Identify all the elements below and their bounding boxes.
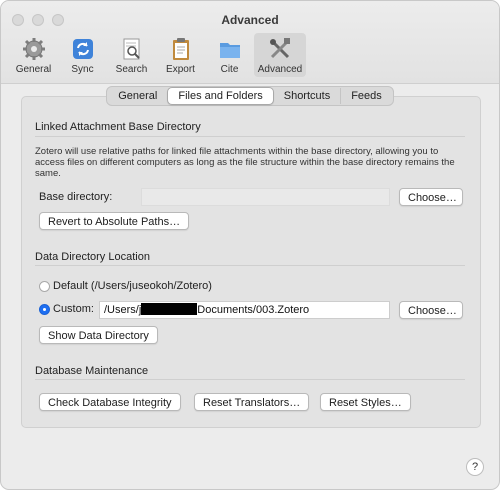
toolbar-sync[interactable]: Sync [58,33,107,77]
default-directory-label: Default (/Users/juseokoh/Zotero) [53,280,212,292]
tab-files-and-folders[interactable]: Files and Folders [167,87,274,105]
reset-translators-button[interactable]: Reset Translators… [194,393,310,411]
toolbar-label: Advanced [257,64,303,75]
segmented-tabs: General Files and Folders Shortcuts Feed… [106,86,394,106]
show-data-directory-button[interactable]: Show Data Directory [39,326,158,344]
help-button[interactable]: ? [466,458,484,476]
toolbar-label: Cite [220,64,239,75]
toolbar-label: Sync [71,64,94,75]
base-directory-field [141,188,390,206]
toolbar-label: General [15,64,52,75]
revert-absolute-paths-button[interactable]: Revert to Absolute Paths… [39,212,190,230]
tab-strip: General Files and Folders Shortcuts Feed… [1,86,499,106]
custom-path-suffix: Documents/003.Zotero [197,304,310,316]
search-icon [118,35,146,63]
check-database-integrity-button[interactable]: Check Database Integrity [39,393,181,411]
choose-data-directory-button[interactable]: Choose… [399,301,463,319]
redacted-block [141,303,198,315]
tab-general[interactable]: General [108,88,167,104]
data-directory-heading: Data Directory Location [35,251,150,263]
toolbar-search[interactable]: Search [107,33,156,77]
preferences-toolbar: General Sync Search Export Cite Advanced [9,33,306,77]
toolbar-general[interactable]: General [9,33,58,77]
base-directory-label: Base directory: [39,191,113,203]
database-maintenance-heading: Database Maintenance [35,365,149,377]
tab-feeds[interactable]: Feeds [340,88,392,104]
toolbar-label: Export [166,64,195,75]
reset-styles-button[interactable]: Reset Styles… [320,393,411,411]
toolbar-label: Search [115,64,148,75]
default-directory-radio[interactable] [39,281,50,292]
window-title: Advanced [221,13,279,27]
tab-shortcuts[interactable]: Shortcuts [274,88,340,104]
custom-directory-path: /Users/j Documents/003.Zotero [99,301,390,319]
section-divider [35,379,465,380]
choose-base-directory-button[interactable]: Choose… [399,188,463,206]
toolbar-export[interactable]: Export [156,33,205,77]
toolbar-advanced[interactable]: Advanced [254,33,306,77]
sync-icon [69,35,97,63]
custom-directory-label: Custom: [53,303,94,315]
preferences-window: Advanced General Sync Search Export Cite… [0,0,500,490]
tools-icon [266,35,294,63]
gear-icon [20,35,48,63]
folder-icon [216,35,244,63]
linked-attachment-heading: Linked Attachment Base Directory [35,121,201,133]
custom-path-prefix: /Users/j [104,304,142,316]
section-divider [35,136,465,137]
title-bar: Advanced General Sync Search Export Cite… [1,1,499,84]
linked-attachment-description: Zotero will use relative paths for linke… [35,146,455,179]
toolbar-cite[interactable]: Cite [205,33,254,77]
clipboard-icon [167,35,195,63]
custom-directory-radio[interactable] [39,304,50,315]
section-divider [35,265,465,266]
